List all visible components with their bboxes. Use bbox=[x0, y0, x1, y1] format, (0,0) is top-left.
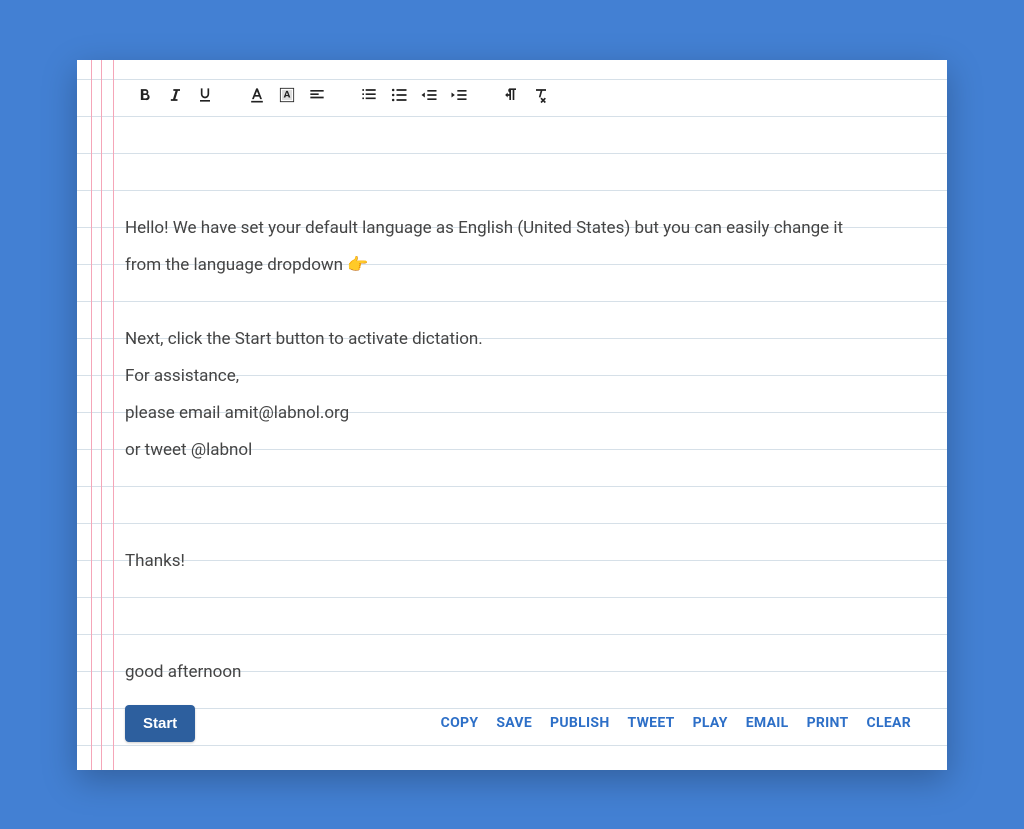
bold-icon bbox=[135, 85, 155, 105]
underline-icon bbox=[195, 85, 215, 105]
bullet-list-button[interactable] bbox=[387, 83, 411, 107]
editor-line: Hello! We have set your default language… bbox=[125, 210, 937, 247]
italic-button[interactable] bbox=[163, 83, 187, 107]
align-icon bbox=[307, 85, 327, 105]
text-direction-button[interactable] bbox=[499, 83, 523, 107]
editor-line: or tweet @labnol bbox=[125, 432, 937, 469]
editor-line: good afternoon bbox=[125, 654, 937, 691]
print-action[interactable]: PRINT bbox=[807, 715, 849, 731]
format-toolbar bbox=[77, 60, 947, 110]
list-numbered-icon bbox=[359, 85, 379, 105]
indent-icon bbox=[449, 85, 469, 105]
publish-action[interactable]: PUBLISH bbox=[550, 715, 609, 731]
editor-line bbox=[125, 284, 937, 321]
clear-format-icon bbox=[531, 85, 551, 105]
action-bar: Start COPY SAVE PUBLISH TWEET PLAY EMAIL… bbox=[125, 705, 911, 742]
save-action[interactable]: SAVE bbox=[496, 715, 532, 731]
highlight-icon bbox=[277, 85, 297, 105]
clear-action[interactable]: CLEAR bbox=[867, 715, 911, 731]
start-button[interactable]: Start bbox=[125, 705, 195, 742]
tweet-action[interactable]: TWEET bbox=[628, 715, 675, 731]
bold-button[interactable] bbox=[133, 83, 157, 107]
editor-line: Next, click the Start button to activate… bbox=[125, 321, 937, 358]
outdent-button[interactable] bbox=[417, 83, 441, 107]
editor-line: For assistance, bbox=[125, 358, 937, 395]
list-bulleted-icon bbox=[389, 85, 409, 105]
italic-icon bbox=[165, 85, 185, 105]
indent-button[interactable] bbox=[447, 83, 471, 107]
editor-line bbox=[125, 469, 937, 506]
outdent-icon bbox=[419, 85, 439, 105]
editor-line: from the language dropdown 👉 bbox=[125, 247, 937, 284]
editor-line bbox=[125, 506, 937, 543]
numbered-list-button[interactable] bbox=[357, 83, 381, 107]
email-action[interactable]: EMAIL bbox=[746, 715, 789, 731]
highlight-button[interactable] bbox=[275, 83, 299, 107]
direction-icon bbox=[501, 85, 521, 105]
text-color-button[interactable] bbox=[245, 83, 269, 107]
editor-line bbox=[125, 580, 937, 617]
dictation-editor[interactable]: Hello! We have set your default language… bbox=[77, 110, 947, 691]
text-color-icon bbox=[247, 85, 267, 105]
editor-paper: Hello! We have set your default language… bbox=[77, 60, 947, 770]
editor-line: please email amit@labnol.org bbox=[125, 395, 937, 432]
play-action[interactable]: PLAY bbox=[693, 715, 728, 731]
underline-button[interactable] bbox=[193, 83, 217, 107]
editor-line bbox=[125, 617, 937, 654]
copy-action[interactable]: COPY bbox=[441, 715, 479, 731]
action-links: COPY SAVE PUBLISH TWEET PLAY EMAIL PRINT… bbox=[441, 715, 911, 731]
align-button[interactable] bbox=[305, 83, 329, 107]
clear-format-button[interactable] bbox=[529, 83, 553, 107]
editor-line: Thanks! bbox=[125, 543, 937, 580]
